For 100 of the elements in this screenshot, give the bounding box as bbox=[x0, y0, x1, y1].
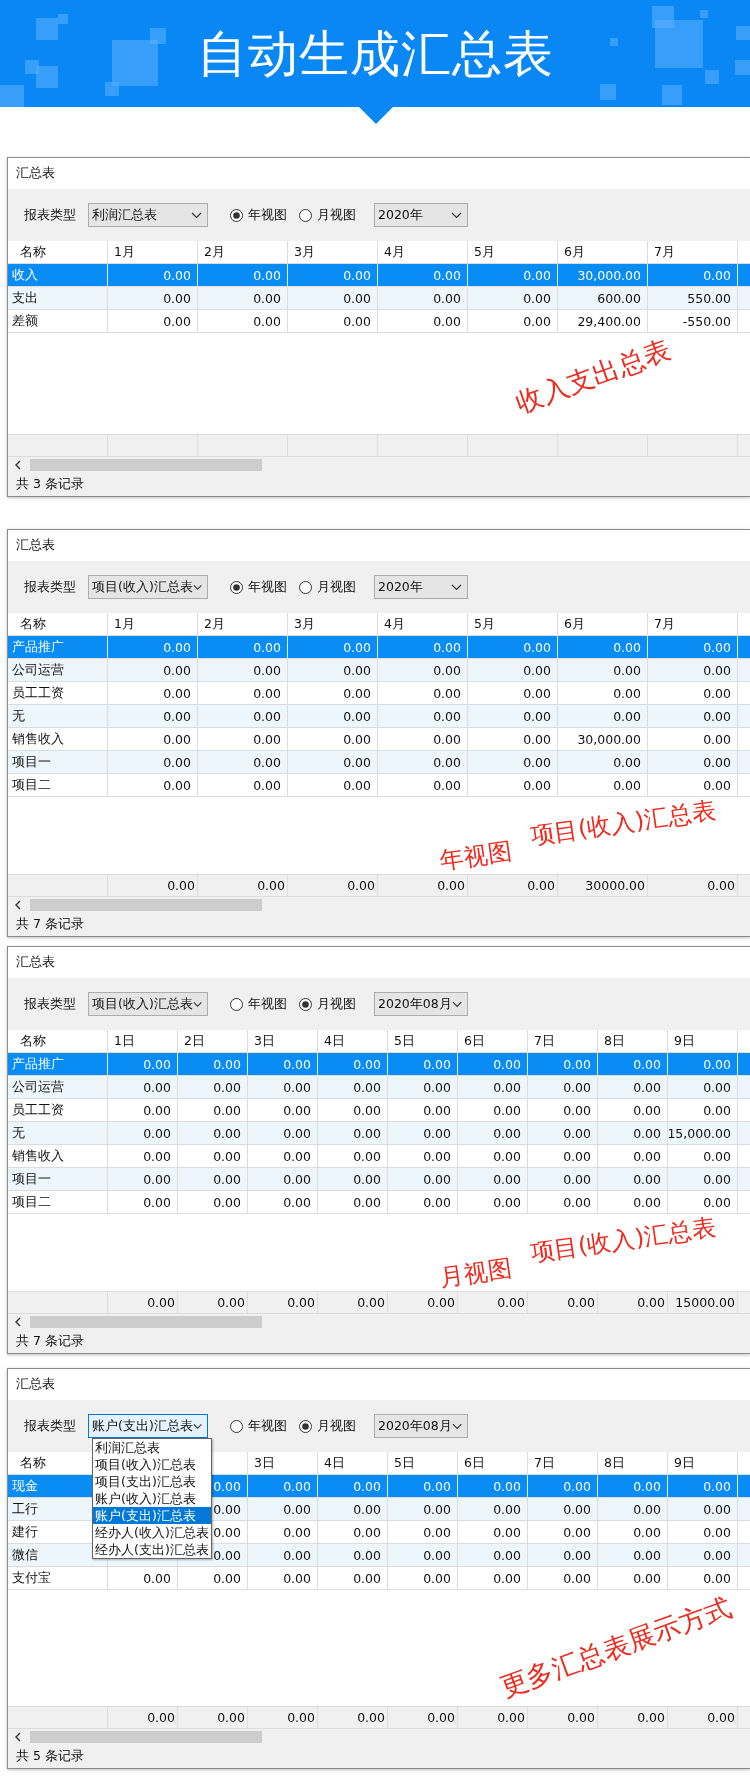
table-cell: 0.00 bbox=[318, 1191, 388, 1213]
table-cell: 0.00 bbox=[248, 1099, 318, 1121]
table-cell: -550.00 bbox=[648, 310, 738, 332]
table-cell: 0.00 bbox=[558, 659, 648, 681]
table-cell: 0.00 bbox=[528, 1076, 598, 1098]
table-cell: 0.00 bbox=[468, 774, 558, 796]
table-cell: 0.00 bbox=[528, 1475, 598, 1497]
table-cell: 0.00 bbox=[288, 264, 378, 286]
total-cell: 0.00 bbox=[598, 1707, 668, 1728]
table-cell: 0.00 bbox=[288, 287, 378, 309]
table-cell: 0.00 bbox=[378, 310, 468, 332]
table-cell: 项目一 bbox=[8, 751, 108, 773]
table-cell: 0.00 bbox=[388, 1191, 458, 1213]
table-cell: 0.00 bbox=[318, 1498, 388, 1520]
total-cell: 0.00 bbox=[528, 1707, 598, 1728]
column-header: 7日 bbox=[528, 1452, 598, 1474]
table-cell: 0.00 bbox=[108, 310, 198, 332]
table-cell: 0.00 bbox=[468, 705, 558, 727]
total-cell: 0.00 bbox=[468, 875, 558, 896]
window-title: 汇总表 bbox=[16, 954, 55, 971]
table-cell: 0.00 bbox=[318, 1475, 388, 1497]
table-cell: 0.00 bbox=[248, 1475, 318, 1497]
table-cell: 0.00 bbox=[388, 1168, 458, 1190]
column-header: 3日 bbox=[248, 1030, 318, 1052]
total-cell: 0.00 bbox=[178, 1707, 248, 1728]
table-cell: 0.00 bbox=[248, 1145, 318, 1167]
table-cell: 0.00 bbox=[468, 310, 558, 332]
table-cell: 0.00 bbox=[288, 682, 378, 704]
total-cell: 0.00 bbox=[248, 1292, 318, 1313]
table-cell: 0.00 bbox=[648, 705, 738, 727]
table-cell: 0.00 bbox=[388, 1567, 458, 1589]
table-cell: 0.00 bbox=[288, 774, 378, 796]
banner-title: 自动生成汇总表 bbox=[196, 28, 554, 79]
total-cell: 0.00 bbox=[108, 1292, 178, 1313]
table-cell: 0.00 bbox=[598, 1544, 668, 1566]
column-header: 3日 bbox=[248, 1452, 318, 1474]
table-cell: 0.00 bbox=[598, 1475, 668, 1497]
table-cell: 0.00 bbox=[458, 1544, 528, 1566]
table-cell: 0.00 bbox=[598, 1567, 668, 1589]
table-cell: 0.00 bbox=[598, 1053, 668, 1075]
table-cell: 0.00 bbox=[648, 751, 738, 773]
column-header: 名称 bbox=[8, 1030, 108, 1052]
table-cell: 0.00 bbox=[108, 264, 198, 286]
column-header: 9日 bbox=[668, 1452, 738, 1474]
table-cell: 0.00 bbox=[198, 774, 288, 796]
total-cell: 0.00 bbox=[288, 875, 378, 896]
table-cell: 0.00 bbox=[598, 1168, 668, 1190]
table-cell: 0.00 bbox=[248, 1521, 318, 1543]
column-header: 7日 bbox=[528, 1030, 598, 1052]
table-cell: 0.00 bbox=[198, 636, 288, 658]
table-cell: 0.00 bbox=[378, 751, 468, 773]
table-cell: 0.00 bbox=[668, 1168, 738, 1190]
table-cell: 0.00 bbox=[318, 1145, 388, 1167]
table-cell: 0.00 bbox=[598, 1498, 668, 1520]
total-cell: 15000.00 bbox=[668, 1292, 738, 1313]
column-header: 8日 bbox=[598, 1030, 668, 1052]
table-cell: 0.00 bbox=[468, 728, 558, 750]
table-cell: 0.00 bbox=[528, 1567, 598, 1589]
table-cell: 0.00 bbox=[288, 659, 378, 681]
column-header: 5日 bbox=[388, 1452, 458, 1474]
table-cell: 0.00 bbox=[598, 1122, 668, 1144]
table-cell: 0.00 bbox=[388, 1099, 458, 1121]
record-count: 共 5 条记录 bbox=[16, 1748, 84, 1765]
table-cell: 0.00 bbox=[648, 659, 738, 681]
table-cell: 0.00 bbox=[178, 1168, 248, 1190]
table-cell: 0.00 bbox=[198, 310, 288, 332]
table-cell: 员工工资 bbox=[8, 1099, 108, 1121]
table-cell: 0.00 bbox=[378, 264, 468, 286]
annotation-text: 月视图 bbox=[438, 1256, 514, 1290]
table-cell: 项目二 bbox=[8, 1191, 108, 1213]
table-cell: 0.00 bbox=[108, 1099, 178, 1121]
table-cell: 0.00 bbox=[668, 1498, 738, 1520]
table-cell: 0.00 bbox=[648, 636, 738, 658]
table-cell: 收入 bbox=[8, 264, 108, 286]
column-header: 6月 bbox=[558, 613, 648, 635]
table-cell: 0.00 bbox=[558, 636, 648, 658]
total-cell: 0.00 bbox=[318, 1292, 388, 1313]
column-header: 5月 bbox=[468, 613, 558, 635]
table-cell: 0.00 bbox=[378, 682, 468, 704]
column-header: 2日 bbox=[178, 1030, 248, 1052]
table-cell: 0.00 bbox=[108, 751, 198, 773]
table-cell: 0.00 bbox=[468, 287, 558, 309]
table-cell: 产品推广 bbox=[8, 1053, 108, 1075]
table-cell: 0.00 bbox=[248, 1053, 318, 1075]
table-cell: 0.00 bbox=[108, 1191, 178, 1213]
column-header: 4月 bbox=[378, 613, 468, 635]
field-label: 报表类型 bbox=[24, 1417, 76, 1435]
table-cell: 公司运营 bbox=[8, 659, 108, 681]
table-cell: 0.00 bbox=[288, 705, 378, 727]
table-cell: 0.00 bbox=[458, 1053, 528, 1075]
table-cell: 0.00 bbox=[378, 287, 468, 309]
table-cell: 项目一 bbox=[8, 1168, 108, 1190]
table-cell: 0.00 bbox=[388, 1122, 458, 1144]
table-cell: 支出 bbox=[8, 287, 108, 309]
column-header: 3月 bbox=[288, 241, 378, 263]
table-cell: 0.00 bbox=[388, 1076, 458, 1098]
column-header: 7月 bbox=[648, 613, 738, 635]
table-cell: 0.00 bbox=[558, 705, 648, 727]
record-count: 共 7 条记录 bbox=[16, 916, 84, 933]
table-cell: 0.00 bbox=[648, 728, 738, 750]
